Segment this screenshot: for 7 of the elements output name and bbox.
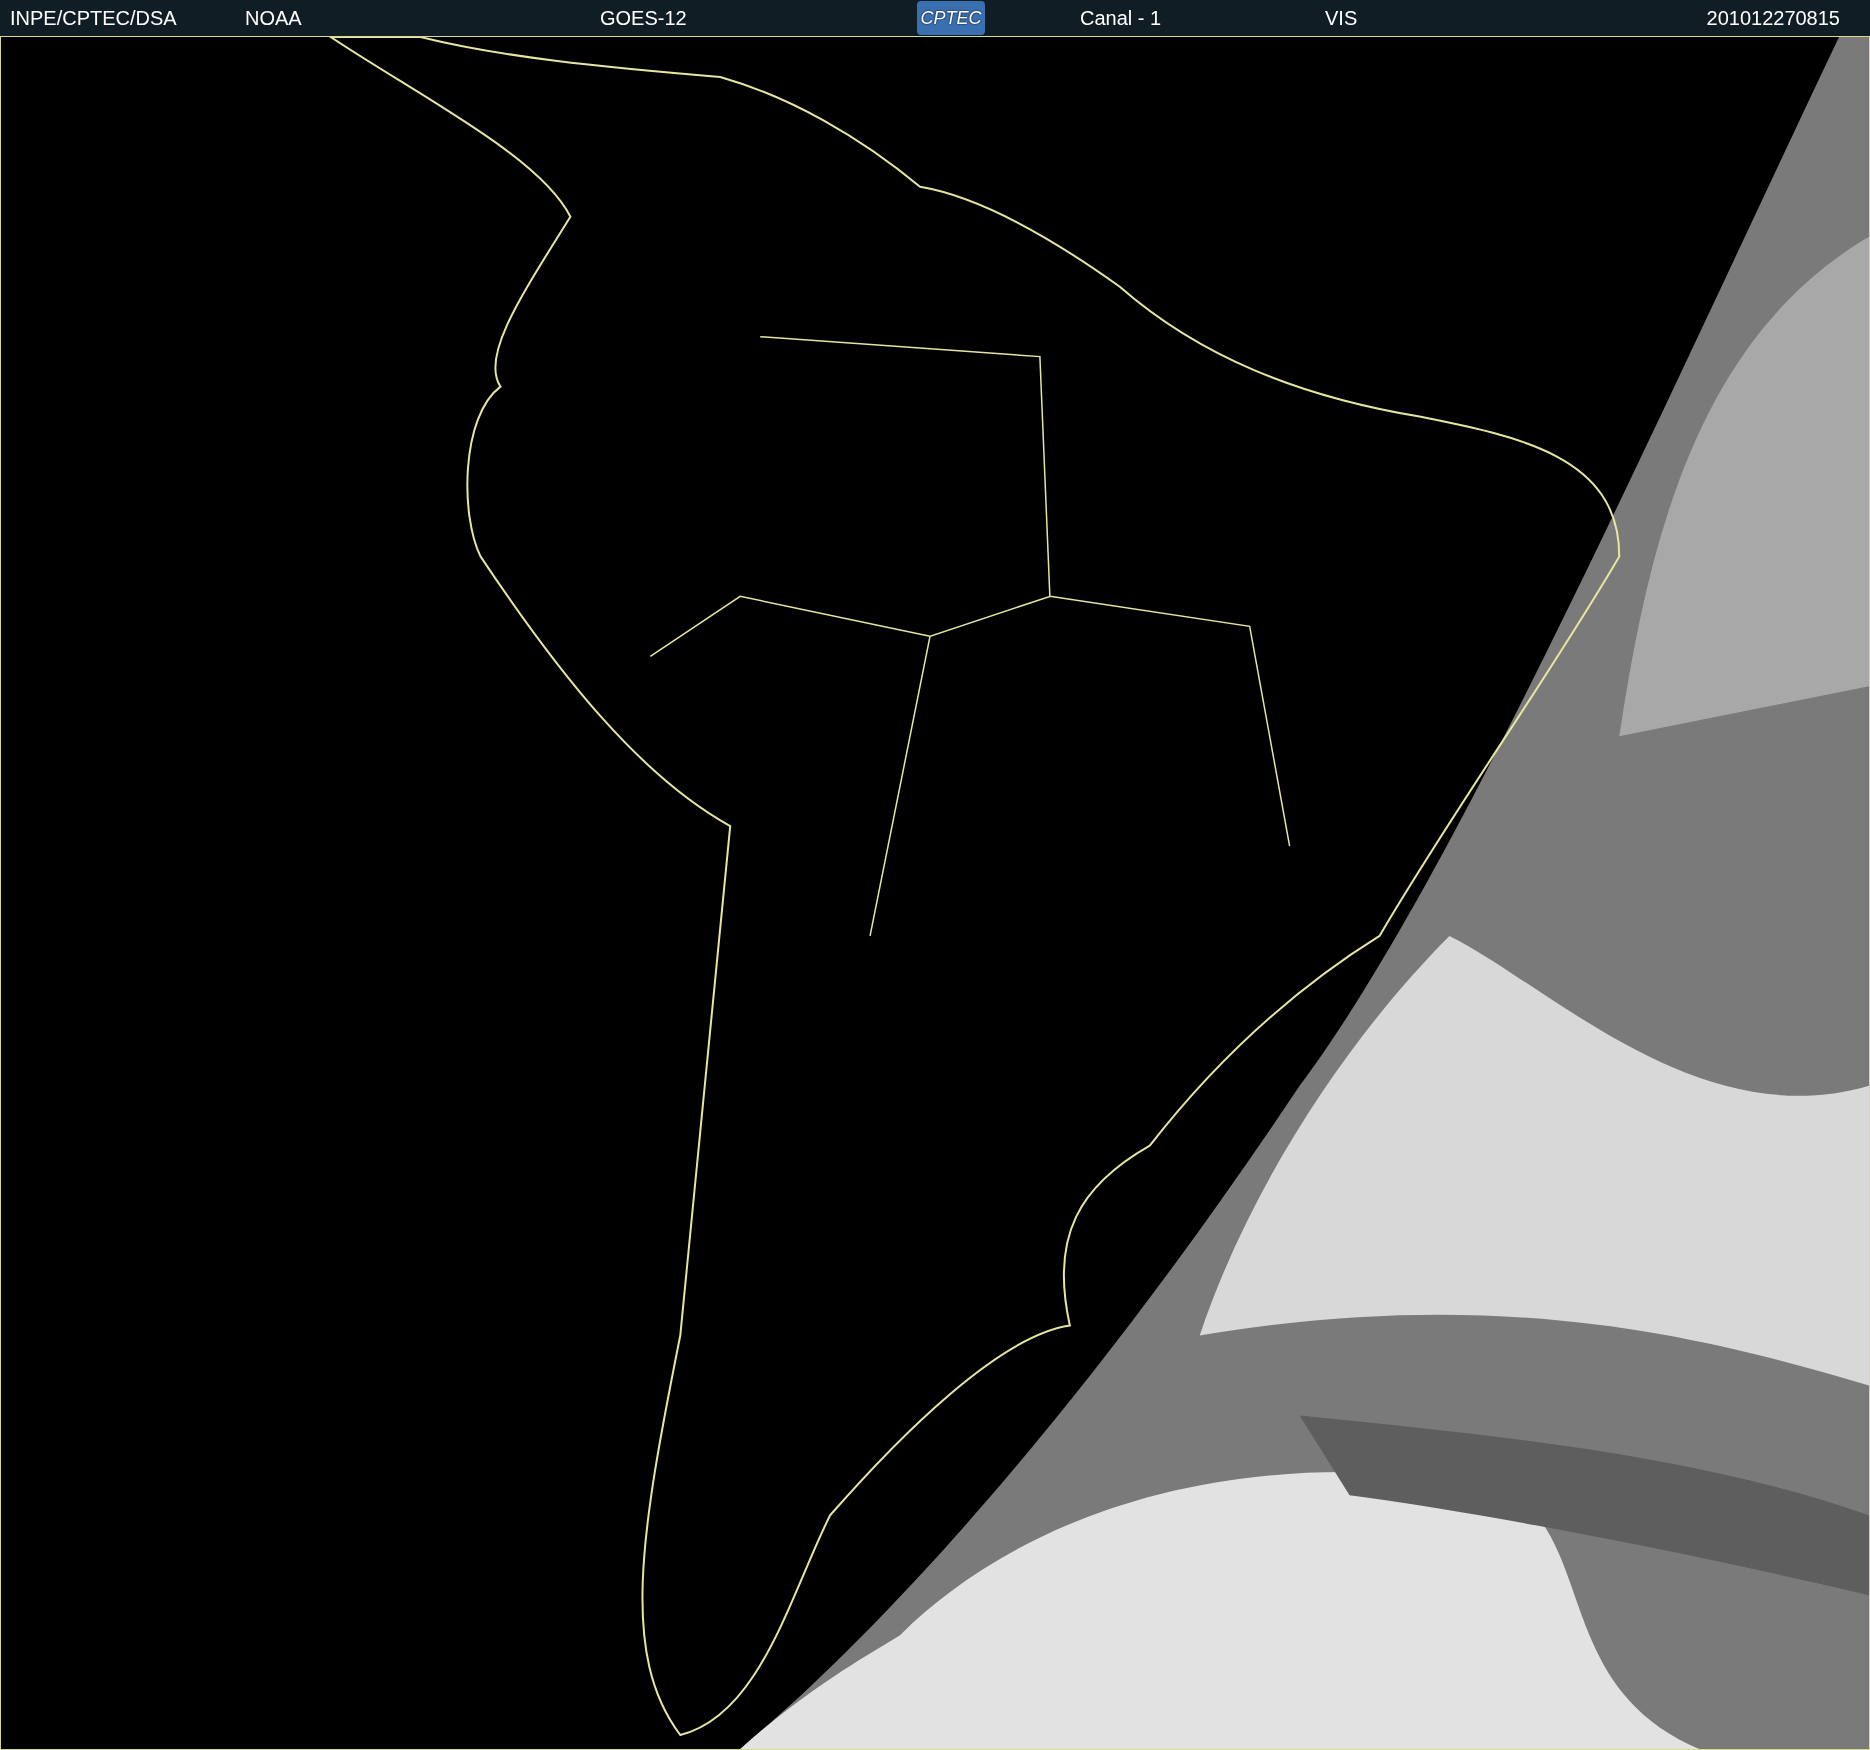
channel-label: Canal - 1 <box>1080 8 1163 28</box>
satellite-label: GOES-12 <box>600 8 688 28</box>
source-label: INPE/CPTEC/DSA <box>10 8 178 28</box>
band-label: VIS <box>1325 8 1359 28</box>
logo: CPTEC <box>917 1 985 35</box>
timestamp-label: 201012270815 <box>1706 8 1840 28</box>
agency-label: NOAA <box>245 8 303 28</box>
